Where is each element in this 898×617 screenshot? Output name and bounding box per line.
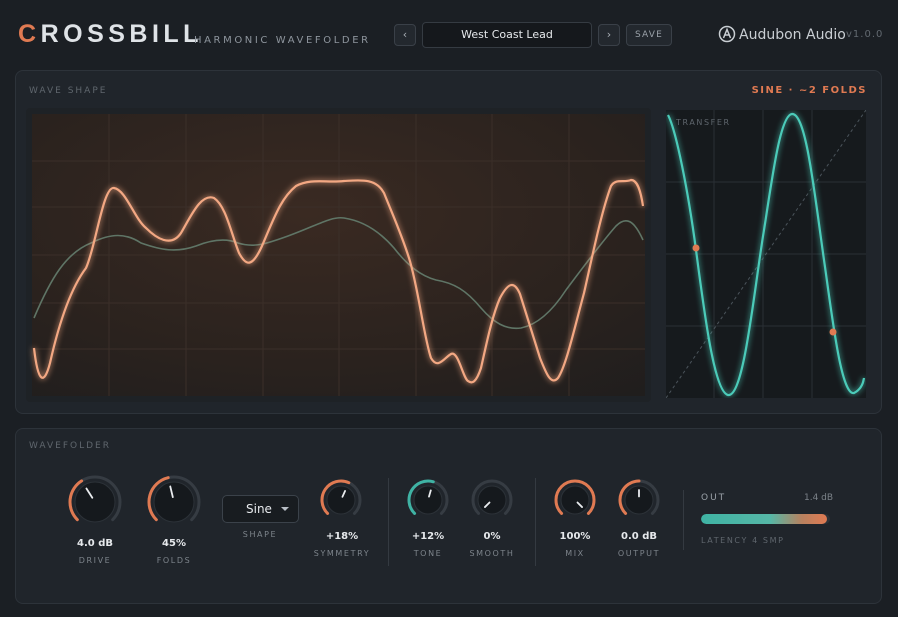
output-label: OUTPUT: [617, 549, 661, 558]
smooth-label: SMOOTH: [469, 549, 515, 558]
wave-shape-title: WAVE SHAPE: [29, 86, 108, 96]
knob-folds[interactable]: [146, 474, 202, 530]
drive-knob-graphic: [68, 475, 122, 523]
header: CROSSBILL HARMONIC WAVEFOLDER ‹ West Coa…: [0, 0, 898, 68]
latency-readout: LATENCY 4 SMP: [701, 536, 785, 545]
shape-label: SHAPE: [242, 530, 278, 539]
shape-select[interactable]: Sine: [222, 495, 299, 523]
shape-readout: SINE · ~2 FOLDS: [751, 85, 867, 96]
transfer-marker-left: [692, 244, 700, 252]
output-level-fill: [701, 514, 828, 524]
output-knob-graphic: [618, 479, 660, 515]
divider: [683, 490, 684, 550]
knob-symmetry[interactable]: [319, 478, 363, 522]
transfer-curve-display: TRANSFER: [666, 110, 866, 398]
audubon-logo-icon: [718, 25, 736, 43]
plugin-subtitle: HARMONIC WAVEFOLDER: [194, 35, 371, 46]
wavefolder-title: WAVEFOLDER: [29, 441, 111, 451]
chevron-down-icon: [281, 507, 289, 511]
smooth-value: 0%: [483, 531, 501, 542]
knob-drive[interactable]: [67, 474, 123, 530]
transfer-label: TRANSFER: [675, 118, 731, 127]
folds-knob-graphic: [147, 475, 201, 523]
save-preset-button[interactable]: SAVE: [626, 24, 672, 46]
knob-mix[interactable]: [553, 478, 597, 522]
symmetry-value: +18%: [325, 531, 359, 542]
previous-preset-button[interactable]: ‹: [394, 24, 416, 46]
brand-name: Audubon Audio: [739, 27, 846, 43]
plugin-logo: CROSSBILL: [18, 20, 203, 48]
output-meter-db: 1.4 dB: [804, 493, 834, 503]
knob-output[interactable]: [617, 478, 661, 522]
brand: Audubon Audio: [718, 25, 846, 43]
preset-name-display[interactable]: West Coast Lead: [422, 22, 592, 48]
transfer-marker-right: [829, 328, 837, 336]
output-value: 0.0 dB: [621, 531, 657, 542]
folds-value: 45%: [162, 538, 186, 549]
output-level-meter: [701, 514, 830, 524]
symmetry-label: SYMMETRY: [313, 549, 371, 558]
shape-select-value: Sine: [246, 502, 272, 516]
tone-knob-graphic: [407, 479, 449, 515]
mix-knob-graphic: [554, 479, 596, 515]
drive-label: DRIVE: [78, 556, 112, 565]
symmetry-knob-graphic: [320, 479, 362, 515]
waveform-display: [26, 108, 651, 402]
drive-value: 4.0 dB: [77, 538, 113, 549]
knob-tone[interactable]: [406, 478, 450, 522]
smooth-knob-graphic: [471, 479, 513, 515]
version-label: v1.0.0: [846, 29, 884, 40]
knob-smooth[interactable]: [470, 478, 514, 522]
folds-label: FOLDS: [156, 556, 192, 565]
next-preset-button[interactable]: ›: [598, 24, 620, 46]
output-meter-label: OUT: [701, 493, 727, 503]
